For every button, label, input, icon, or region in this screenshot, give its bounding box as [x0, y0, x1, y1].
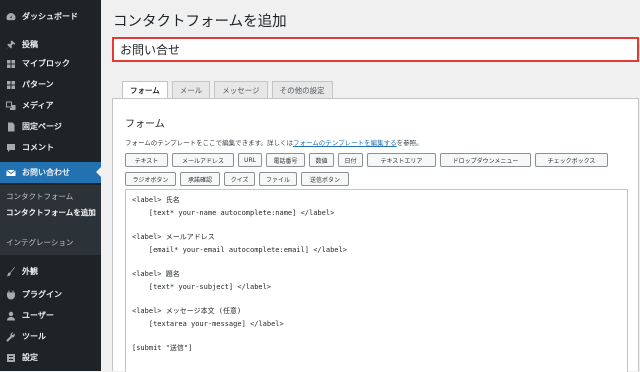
editor-tabs: フォーム メール メッセージ その他の設定	[122, 81, 333, 99]
sidebar-item-label: 固定ページ	[22, 122, 62, 131]
dashboard-icon	[6, 12, 16, 22]
sidebar-item-tools[interactable]: ツール	[0, 327, 101, 346]
tab-mail[interactable]: メール	[171, 81, 211, 99]
tag-button-select[interactable]: ドロップダウンメニュー	[440, 153, 531, 167]
tab-additional-settings[interactable]: その他の設定	[271, 81, 333, 99]
form-panel: フォーム フォームのテンプレートをここで編集できます。詳しくはフォームのテンプレ…	[112, 98, 639, 372]
sidebar-item-label: ユーザー	[22, 311, 54, 320]
edit-template-link[interactable]: フォームのテンプレートを編集する	[293, 139, 397, 147]
tag-button-email[interactable]: メールアドレス	[172, 153, 234, 167]
sidebar-item-label: コメント	[22, 143, 54, 152]
tag-button-number[interactable]: 数値	[309, 153, 334, 167]
sidebar-item-label: 外観	[22, 267, 38, 276]
pattern-icon	[6, 80, 16, 90]
brush-icon	[6, 266, 16, 277]
tag-button-acceptance[interactable]: 承諾確認	[180, 172, 220, 186]
user-icon	[6, 311, 16, 321]
panel-heading: フォーム	[125, 119, 165, 130]
code-line: [email* your-email autocomplete:email] <…	[132, 246, 347, 254]
block-icon	[6, 59, 16, 69]
settings-icon	[6, 353, 16, 363]
sidebar-item-dashboard[interactable]: ダッシュボード	[0, 7, 101, 26]
submenu-item-integration[interactable]: インテグレーション	[6, 237, 73, 248]
description-text: フォームのテンプレートをここで編集できます。詳しくは	[125, 139, 293, 147]
code-line: [text* your-name autocomplete:name] </la…	[132, 209, 335, 217]
tag-button-checkbox[interactable]: チェックボックス	[535, 153, 608, 167]
sidebar-item-label: マイブロック	[22, 59, 70, 68]
media-icon	[6, 101, 16, 111]
sidebar-item-media[interactable]: メディア	[0, 96, 101, 115]
mail-icon	[6, 168, 16, 178]
tag-button-textarea[interactable]: テキストエリア	[367, 153, 436, 167]
sidebar-item-label: 投稿	[22, 40, 38, 49]
tag-button-tel[interactable]: 電話番号	[266, 153, 305, 167]
tag-button-radio[interactable]: ラジオボタン	[125, 172, 176, 186]
sidebar-item-posts[interactable]: 投稿	[0, 35, 101, 54]
code-line: [submit "送信"]	[132, 344, 193, 352]
sidebar-item-pages[interactable]: 固定ページ	[0, 117, 101, 136]
sidebar-item-comments[interactable]: コメント	[0, 138, 101, 157]
code-line: <label> メールアドレス	[132, 233, 215, 241]
page-icon	[6, 122, 16, 132]
pin-icon	[6, 40, 16, 50]
sidebar-item-settings[interactable]: 設定	[0, 348, 101, 367]
comment-icon	[6, 143, 16, 153]
sidebar-item-appearance[interactable]: 外観	[0, 262, 101, 281]
code-line: [textarea your-message] </label>	[132, 320, 284, 328]
form-template-editor[interactable]: <label> 氏名 [text* your-name autocomplete…	[125, 189, 628, 372]
admin-sidebar: ダッシュボード 投稿 マイブロック パターン メディア 固定ページ コメント お…	[0, 0, 101, 371]
tag-button-file[interactable]: ファイル	[259, 172, 297, 186]
plugin-icon	[6, 290, 16, 300]
sidebar-item-label: お問い合わせ	[22, 168, 70, 177]
submenu-item-contact-forms[interactable]: コンタクトフォーム	[6, 191, 73, 202]
panel-description: フォームのテンプレートをここで編集できます。詳しくはフォームのテンプレートを編集…	[125, 137, 423, 147]
form-title-input[interactable]	[112, 37, 639, 62]
tab-messages[interactable]: メッセージ	[214, 81, 268, 99]
sidebar-item-plugins[interactable]: プラグイン	[0, 285, 101, 304]
sidebar-item-contact[interactable]: お問い合わせ	[0, 162, 101, 183]
tag-button-text[interactable]: テキスト	[125, 153, 168, 167]
wrench-icon	[6, 331, 16, 342]
sidebar-item-users[interactable]: ユーザー	[0, 306, 101, 325]
tag-button-date[interactable]: 日付	[338, 153, 363, 167]
sidebar-item-patterns[interactable]: パターン	[0, 75, 101, 94]
sidebar-item-my-blocks[interactable]: マイブロック	[0, 54, 101, 73]
sidebar-item-label: ツール	[22, 332, 46, 341]
tag-button-url[interactable]: URL	[238, 153, 262, 167]
tag-button-quiz[interactable]: クイズ	[224, 172, 255, 186]
sidebar-item-label: ダッシュボード	[22, 12, 78, 21]
description-suffix: を参照。	[396, 139, 423, 147]
page-title: コンタクトフォームを追加	[113, 14, 287, 30]
tab-form[interactable]: フォーム	[122, 81, 168, 99]
sidebar-item-label: プラグイン	[22, 290, 62, 299]
code-line: <label> メッセージ本文 (任意)	[132, 307, 242, 315]
submenu-item-add-contact-form[interactable]: コンタクトフォームを追加	[6, 208, 96, 218]
sidebar-item-label: 設定	[22, 353, 38, 362]
sidebar-item-label: パターン	[22, 80, 54, 89]
tag-button-submit[interactable]: 送信ボタン	[301, 172, 349, 186]
code-line: <label> 氏名	[132, 196, 180, 204]
code-line: <label> 題名	[132, 270, 180, 278]
contact-submenu: コンタクトフォーム コンタクトフォームを追加 インテグレーション	[0, 185, 101, 255]
sidebar-item-label: メディア	[22, 101, 54, 110]
code-line: [text* your-subject] </label>	[132, 283, 272, 291]
